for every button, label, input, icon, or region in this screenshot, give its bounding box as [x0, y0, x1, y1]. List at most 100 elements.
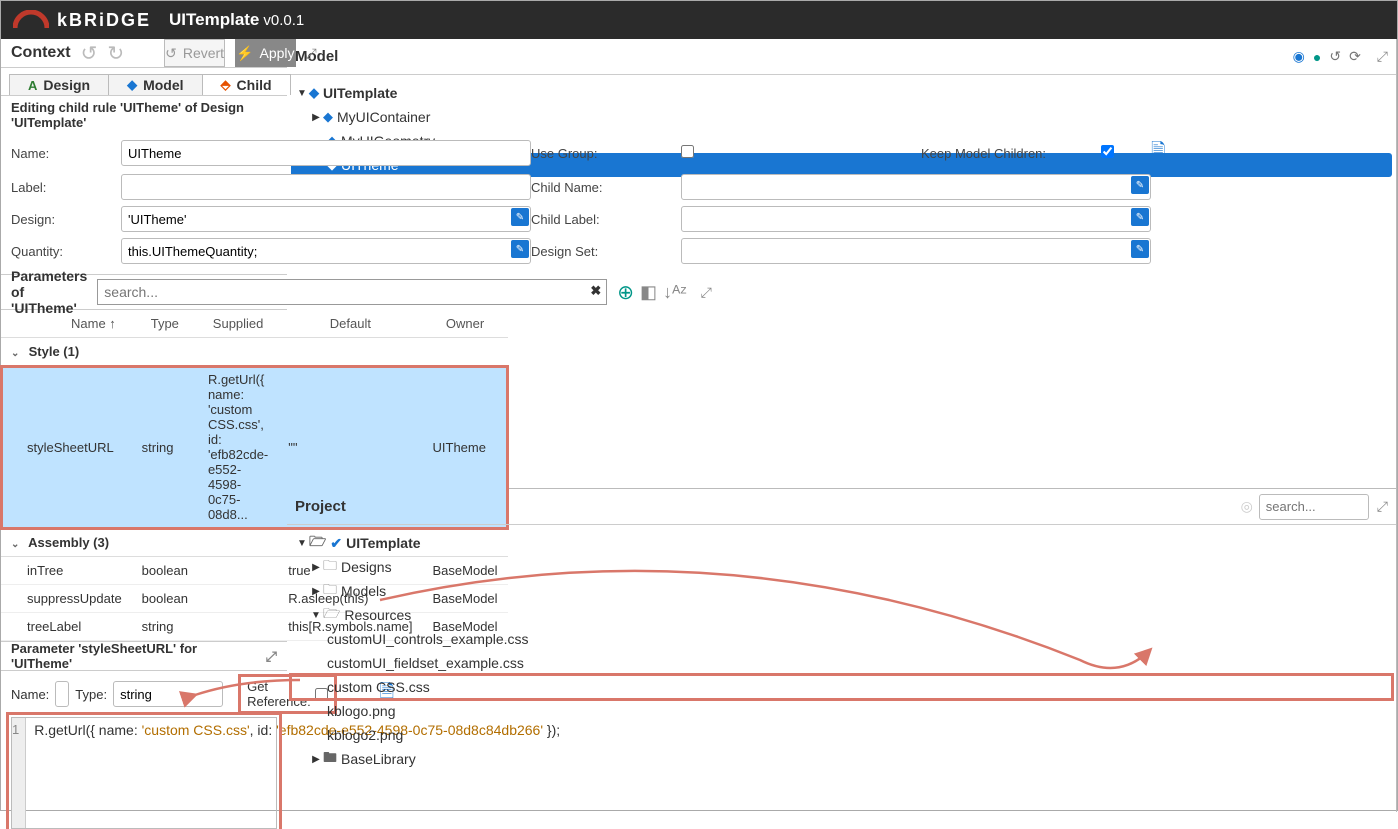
- project-file[interactable]: customUI_fieldset_example.css: [291, 651, 1392, 675]
- play-icon[interactable]: ◉: [1293, 48, 1305, 65]
- label-input[interactable]: [121, 174, 531, 200]
- usegroup-checkbox[interactable]: [681, 145, 694, 158]
- eraser-icon[interactable]: ◧: [640, 282, 657, 303]
- project-folder-models[interactable]: ▶🗀Models: [291, 579, 1392, 603]
- cell-supplied: R.getUrl({ name: 'custom CSS.css', id: '…: [198, 366, 278, 529]
- designset-input[interactable]: [681, 238, 1151, 264]
- edit-icon[interactable]: ✎: [1131, 176, 1149, 194]
- button-label: Apply: [260, 45, 295, 61]
- cell-supplied: [198, 557, 278, 585]
- model-tree-item[interactable]: ▶◆MyUIContainer: [291, 105, 1392, 129]
- col-owner[interactable]: Owner: [423, 310, 508, 338]
- tab-model[interactable]: ◆Model: [108, 74, 202, 95]
- expand-icon[interactable]: ⤢: [701, 284, 712, 301]
- keepmodel-label: Keep Model Children:: [921, 146, 1101, 161]
- cell-type: boolean: [132, 557, 198, 585]
- apply-button[interactable]: ⚡Apply: [235, 39, 295, 67]
- edit-icon[interactable]: ✎: [511, 240, 529, 258]
- childname-label: Child Name:: [531, 180, 681, 195]
- file-label: customUI_controls_example.css: [327, 631, 529, 647]
- undo-icon[interactable]: ↺: [81, 41, 98, 66]
- tree-label: MyUIContainer: [337, 109, 430, 125]
- expand-icon[interactable]: ⤢: [1377, 498, 1388, 515]
- pd-type-input[interactable]: [113, 681, 223, 707]
- project-folder-resources[interactable]: ▼🗁Resources: [291, 603, 1392, 627]
- col-supplied[interactable]: Supplied: [198, 310, 278, 338]
- brand-name: kBRiDGE: [57, 10, 151, 31]
- edit-icon[interactable]: ✎: [1131, 240, 1149, 258]
- expand-icon[interactable]: ⤢: [306, 45, 317, 62]
- revert-button[interactable]: ↺Revert: [164, 39, 225, 67]
- group-label: Assembly (3): [28, 535, 109, 550]
- tree-label: Resources: [344, 607, 411, 623]
- eye-icon[interactable]: ◎: [1241, 498, 1253, 515]
- redo-icon[interactable]: ↻: [107, 41, 124, 66]
- cell-name: treeLabel: [1, 613, 132, 641]
- design-input[interactable]: [121, 206, 531, 232]
- keepmodel-checkbox[interactable]: [1101, 145, 1114, 158]
- project-folder-designs[interactable]: ▶🗀Designs: [291, 555, 1392, 579]
- param-detail-title: Parameter 'styleSheetURL' for 'UITheme': [11, 641, 258, 671]
- sort-az-icon[interactable]: ↓ᴬᶻ: [663, 282, 687, 303]
- undo-icon[interactable]: ↺: [1329, 48, 1341, 65]
- tree-label: UITemplate: [323, 85, 397, 101]
- model-panel-title: Model: [295, 48, 1293, 65]
- refresh-icon[interactable]: ⟳: [1349, 48, 1361, 65]
- tree-label: BaseLibrary: [341, 751, 416, 767]
- childname-input[interactable]: [681, 174, 1151, 200]
- model-tree-root[interactable]: ▼◆UITemplate: [291, 81, 1392, 105]
- brand-logo-icon: [13, 10, 49, 30]
- cell-supplied: [198, 613, 278, 641]
- document-icon[interactable]: 🗎: [1151, 138, 1191, 168]
- name-input[interactable]: [121, 140, 531, 166]
- context-panel: Context ↺ ↻ ↺Revert ⚡Apply ⤢ ADesign ◆Mo…: [1, 39, 287, 812]
- expand-icon[interactable]: ⤢: [266, 648, 277, 665]
- project-panel-title: Project: [295, 498, 1241, 515]
- header-version: v0.0.1: [263, 12, 304, 29]
- tab-child[interactable]: ⬘Child: [202, 74, 291, 95]
- edit-icon[interactable]: ✎: [511, 208, 529, 226]
- qty-input[interactable]: [121, 238, 531, 264]
- design-label: Design:: [11, 212, 121, 227]
- usegroup-label: Use Group:: [531, 146, 681, 161]
- childlabel-input[interactable]: [681, 206, 1151, 232]
- tab-label: Child: [237, 77, 272, 93]
- cell-type: string: [132, 613, 198, 641]
- cell-supplied: [198, 585, 278, 613]
- label-label: Label:: [11, 180, 121, 195]
- line-number: 1: [12, 722, 19, 737]
- params-title: Parameters of 'UITheme': [11, 268, 87, 316]
- project-file-customcss[interactable]: custom CSS.css: [291, 675, 1392, 699]
- cell-name: suppressUpdate: [1, 585, 132, 613]
- clear-search-icon[interactable]: ✖: [590, 283, 601, 299]
- group-label: Style (1): [29, 344, 80, 359]
- pd-type-label: Type:: [75, 687, 107, 702]
- name-label: Name:: [11, 146, 121, 161]
- col-type[interactable]: Type: [132, 310, 198, 338]
- tree-label: UITemplate: [346, 535, 420, 551]
- project-file[interactable]: kblogo.png: [291, 699, 1392, 723]
- tab-label: Model: [143, 77, 183, 93]
- context-title: Context: [11, 44, 71, 62]
- editing-caption: Editing child rule 'UITheme' of Design '…: [1, 96, 287, 134]
- params-search-input[interactable]: [97, 279, 607, 305]
- col-default[interactable]: Default: [278, 310, 422, 338]
- project-file[interactable]: customUI_controls_example.css: [291, 627, 1392, 651]
- code-editor[interactable]: 1 R.getUrl({ name: 'custom CSS.css', id:…: [11, 717, 277, 829]
- childlabel-label: Child Label:: [531, 212, 681, 227]
- add-param-icon[interactable]: ⊕: [617, 280, 634, 305]
- project-search-input[interactable]: [1259, 494, 1369, 520]
- project-folder-baselib[interactable]: ▶🖿BaseLibrary: [291, 747, 1392, 771]
- project-file[interactable]: kblogo2.png: [291, 723, 1392, 747]
- pd-name-input[interactable]: [55, 681, 69, 707]
- edit-icon[interactable]: ✎: [1131, 208, 1149, 226]
- param-group-style[interactable]: ⌄ Style (1): [1, 338, 508, 366]
- file-label: customUI_fieldset_example.css: [327, 655, 524, 671]
- cell-type: string: [132, 366, 198, 529]
- expand-icon[interactable]: ⤢: [1377, 48, 1388, 65]
- project-root[interactable]: ▼🗁✔UITemplate: [291, 531, 1392, 555]
- record-icon[interactable]: ●: [1313, 49, 1321, 65]
- tab-design[interactable]: ADesign: [9, 74, 109, 95]
- designset-label: Design Set:: [531, 244, 681, 259]
- col-name[interactable]: Name: [71, 316, 106, 331]
